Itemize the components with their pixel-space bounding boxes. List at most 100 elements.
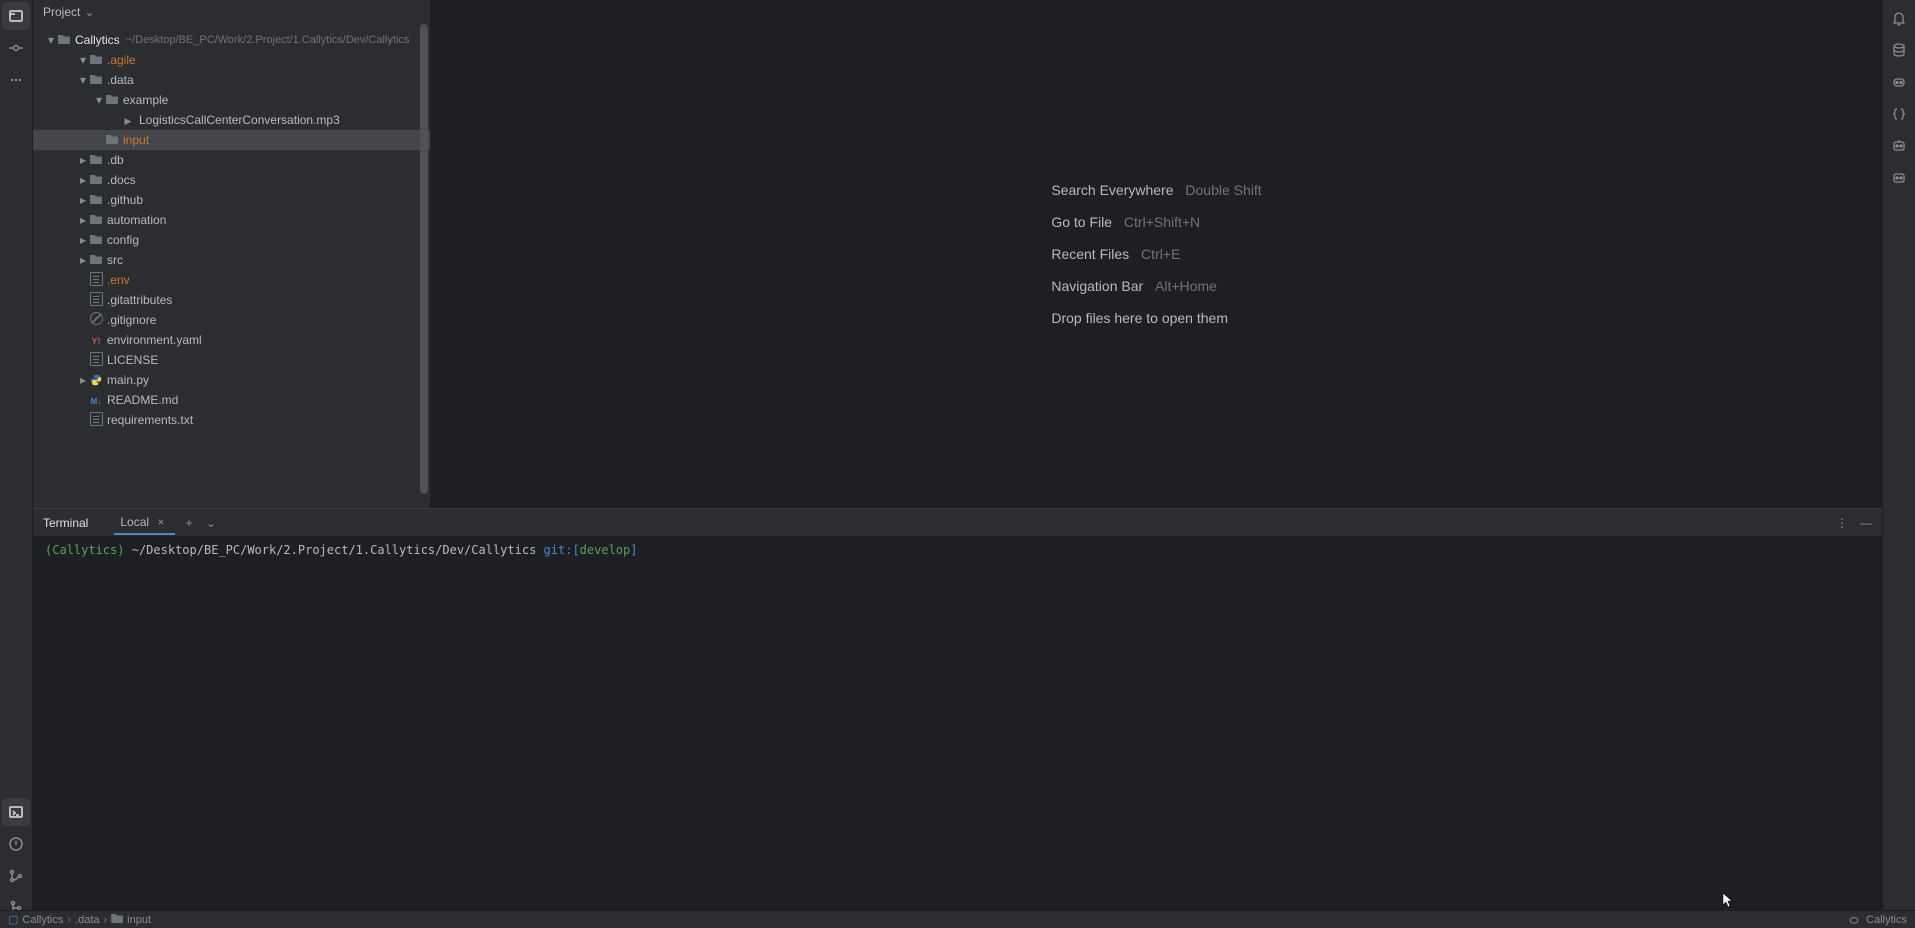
terminal-minimize-icon[interactable]: — [1858,516,1874,530]
expand-arrow-icon[interactable]: ▾ [45,33,57,47]
terminal-header: Terminal Local × + ⌄ ⋮ — [33,509,1882,537]
folder-icon [111,913,123,926]
terminal-tab[interactable]: Local × [114,511,175,535]
folder-icon [89,53,103,67]
tree-root-path: ~/Desktop/BE_PC/Work/2.Project/1.Callyti… [126,34,410,46]
braces-icon[interactable] [1885,100,1913,128]
folder-icon [105,133,119,147]
commit-tool-icon[interactable] [2,34,30,62]
project-tool-label: Project [43,5,80,19]
folder-icon [105,93,119,107]
tree-node-name: input [123,133,149,147]
tree-node-name: .docs [107,173,136,187]
terminal-panel: Terminal Local × + ⌄ ⋮ — (Callytics) ~/D… [33,508,1882,910]
tree-row[interactable]: ▸.github [33,190,430,210]
lines-file-icon [89,353,103,367]
tree-row[interactable]: ▸config [33,230,430,250]
tree-row[interactable]: ▾example [33,90,430,110]
tree-node-name: README.md [107,393,178,407]
tree-node-name: .db [107,153,124,167]
breadcrumb-segment[interactable]: .data [75,914,99,926]
assistant-icon-2[interactable] [1885,164,1913,192]
md-file-icon [89,393,103,407]
breadcrumb[interactable]: ▢ Callytics › .data › input [8,913,151,926]
expand-arrow-icon[interactable]: ▾ [77,53,89,67]
close-tab-icon[interactable]: × [153,515,169,529]
terminal-env: (Callytics) [45,543,124,557]
folder-icon [89,253,103,267]
folder-icon [89,193,103,207]
tree-row[interactable]: environment.yaml [33,330,430,350]
expand-arrow-icon[interactable]: ▸ [77,253,89,267]
tree-row[interactable]: LICENSE [33,350,430,370]
assistant-icon-1[interactable] [1885,132,1913,160]
tree-row[interactable]: ▸ src [33,250,430,270]
tree-row[interactable]: .gitignore [33,310,430,330]
breadcrumb-segment[interactable]: input [127,914,151,926]
interpreter-label[interactable]: Callytics [1866,914,1907,926]
tree-row[interactable]: .gitattributes [33,290,430,310]
folder-icon [89,213,103,227]
breadcrumb-segment[interactable]: Callytics [22,914,63,926]
recent-files-hint[interactable]: Recent Files Ctrl+E [1051,246,1261,262]
more-tool-icon[interactable] [2,66,30,94]
database-tool-icon[interactable] [1885,36,1913,64]
expand-arrow-icon[interactable]: ▸ [77,373,89,387]
problems-tool-icon[interactable] [2,830,30,858]
navigation-bar-hint[interactable]: Navigation Bar Alt+Home [1051,278,1261,294]
terminal-title: Terminal [43,516,88,530]
project-tool-icon[interactable] [2,2,30,30]
welcome-hints: Search Everywhere Double Shift Go to Fil… [1051,182,1261,326]
expand-arrow-icon[interactable]: ▸ [77,213,89,227]
new-terminal-icon[interactable]: + [181,516,197,530]
expand-arrow-icon[interactable]: ▾ [77,73,89,87]
py-file-icon [89,373,103,387]
drop-files-hint: Drop files here to open them [1051,310,1261,326]
lines-file-icon [89,273,103,287]
tree-row[interactable]: ▸main.py [33,370,430,390]
expand-arrow-icon[interactable]: ▸ [77,173,89,187]
gitign-file-icon [89,313,103,327]
terminal-options-icon[interactable]: ⋮ [1834,516,1850,530]
tree-node-name: src [107,253,123,267]
tree-row[interactable]: input [33,130,430,150]
tree-row[interactable]: ▾ .data [33,70,430,90]
tree-node-name: LogisticsCallCenterConversation.mp3 [139,113,340,127]
terminal-body[interactable]: (Callytics) ~/Desktop/BE_PC/Work/2.Proje… [33,537,1882,563]
tree-root[interactable]: ▾ Callytics ~/Desktop/BE_PC/Work/2.Proje… [33,30,430,50]
terminal-tab-label: Local [120,515,149,529]
scrollbar-thumb[interactable] [420,24,428,494]
folder-icon [57,33,71,47]
copilot-icon[interactable] [1885,68,1913,96]
vcs-tool-icon[interactable] [2,862,30,890]
tree-row[interactable]: requirements.txt [33,410,430,430]
tree-node-name: .data [107,73,134,87]
tree-row[interactable]: LogisticsCallCenterConversation.mp3 [33,110,430,130]
expand-arrow-icon[interactable]: ▸ [77,153,89,167]
expand-arrow-icon[interactable]: ▾ [93,93,105,107]
expand-arrow-icon[interactable]: ▸ [77,233,89,247]
tree-node-name: .agile [107,53,136,67]
search-everywhere-hint[interactable]: Search Everywhere Double Shift [1051,182,1261,198]
go-to-file-hint[interactable]: Go to File Ctrl+Shift+N [1051,214,1261,230]
expand-arrow-icon[interactable]: ▸ [77,193,89,207]
interpreter-icon[interactable] [1848,914,1860,926]
tree-row[interactable]: ▸ .db [33,150,430,170]
terminal-dropdown-icon[interactable]: ⌄ [203,516,219,530]
tree-node-name: automation [107,213,166,227]
tree-node-name: .gitignore [107,313,156,327]
terminal-tool-icon[interactable] [2,798,30,826]
tree-row[interactable]: .env [33,270,430,290]
tree-row[interactable]: ▸ .docs [33,170,430,190]
folder-icon [89,173,103,187]
yaml-file-icon [89,333,103,347]
terminal-git-label: git: [544,543,573,557]
terminal-git-branch: develop [580,543,631,557]
notifications-icon[interactable] [1885,4,1913,32]
project-tool-header[interactable]: Project ⌄ [33,0,430,24]
tree-row[interactable]: ▾ .agile [33,50,430,70]
tree-row[interactable]: README.md [33,390,430,410]
tree-node-name: .gitattributes [107,293,172,307]
tree-row[interactable]: ▸ automation [33,210,430,230]
tree-scrollbar[interactable] [418,24,430,508]
